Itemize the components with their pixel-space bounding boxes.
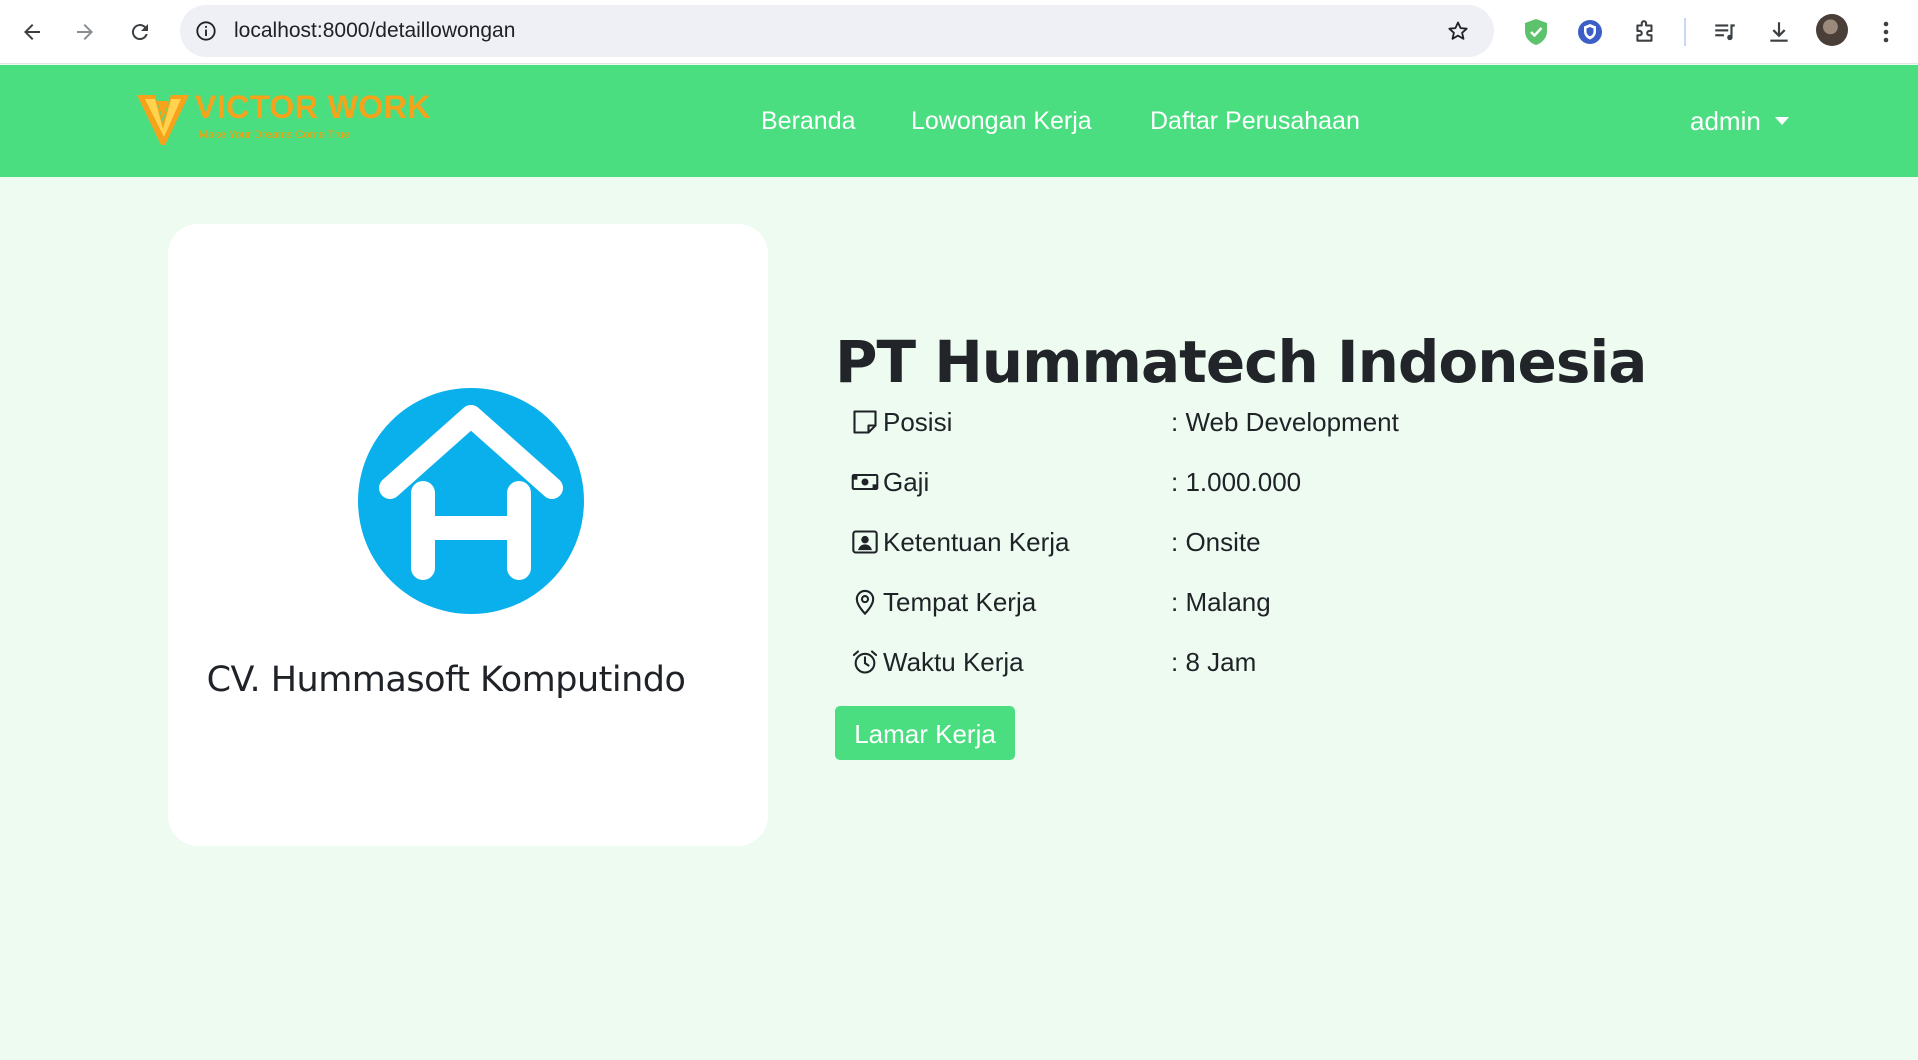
url-text[interactable]: localhost:8000/detaillowongan xyxy=(234,5,515,57)
user-dropdown[interactable]: admin xyxy=(1690,65,1789,177)
victor-work-logo-icon xyxy=(137,95,189,145)
company-logo-caption: CV. Hummasoft Komputindo xyxy=(206,660,686,700)
info-value: : Malang xyxy=(1171,587,1271,617)
info-label: Posisi xyxy=(883,407,953,437)
caret-down-icon xyxy=(1774,117,1789,126)
site-info-icon[interactable] xyxy=(192,17,220,45)
brand-name: VICTOR WORK xyxy=(195,89,432,125)
company-title: PT Hummatech Indonesia xyxy=(835,328,1647,396)
kebab-menu-icon[interactable] xyxy=(1866,12,1906,52)
company-house-logo-icon xyxy=(358,388,584,614)
brand-logo[interactable]: VICTOR WORK Make Your Dreams Come True xyxy=(135,87,435,149)
toolbar-divider xyxy=(1684,18,1686,46)
info-value: : 8 Jam xyxy=(1171,647,1257,677)
info-value: : Web Development xyxy=(1171,407,1399,437)
cash-icon xyxy=(851,473,879,491)
job-detail-panel: PT Hummatech Indonesia Posisi : Web Deve… xyxy=(835,320,1835,760)
alarm-clock-icon xyxy=(852,650,878,674)
back-icon[interactable] xyxy=(12,12,52,52)
reload-icon[interactable] xyxy=(120,12,160,52)
brand-tagline: Make Your Dreams Come True xyxy=(199,129,351,141)
address-bar[interactable]: localhost:8000/detaillowongan xyxy=(180,5,1494,57)
user-name: admin xyxy=(1690,106,1761,136)
shield-extension-icon[interactable] xyxy=(1516,12,1556,52)
info-label: Ketentuan Kerja xyxy=(883,527,1070,557)
info-row-gaji: Gaji : 1.000.000 xyxy=(835,464,1835,524)
info-row-waktu-kerja: Waktu Kerja : 8 Jam xyxy=(835,644,1835,704)
browser-toolbar: localhost:8000/detaillowongan xyxy=(0,0,1918,64)
info-label: Gaji xyxy=(883,467,930,497)
bookmark-star-icon[interactable] xyxy=(1444,17,1472,45)
info-label: Tempat Kerja xyxy=(883,587,1037,617)
nav-link-beranda[interactable]: Beranda xyxy=(761,65,856,177)
vpn-extension-icon[interactable] xyxy=(1570,12,1610,52)
info-row-posisi: Posisi : Web Development xyxy=(835,404,1835,464)
media-controls-icon[interactable] xyxy=(1705,12,1745,52)
sticky-note-icon xyxy=(853,410,877,434)
info-label: Waktu Kerja xyxy=(883,647,1024,677)
nav-link-lowongan-kerja[interactable]: Lowongan Kerja xyxy=(911,65,1092,177)
info-value: : 1.000.000 xyxy=(1171,467,1302,497)
info-value: : Onsite xyxy=(1171,527,1261,557)
profile-avatar[interactable] xyxy=(1816,14,1848,46)
apply-job-button[interactable]: Lamar Kerja xyxy=(835,706,1015,760)
site-navbar: VICTOR WORK Make Your Dreams Come True B… xyxy=(0,65,1918,177)
location-pin-icon xyxy=(855,589,875,616)
forward-icon[interactable] xyxy=(65,12,105,52)
person-badge-icon xyxy=(852,530,878,554)
downloads-icon[interactable] xyxy=(1759,12,1799,52)
info-row-ketentuan-kerja: Ketentuan Kerja : Onsite xyxy=(835,524,1835,584)
info-row-tempat-kerja: Tempat Kerja : Malang xyxy=(835,584,1835,644)
extensions-puzzle-icon[interactable] xyxy=(1625,12,1665,52)
nav-link-daftar-perusahaan[interactable]: Daftar Perusahaan xyxy=(1150,65,1360,177)
company-logo-card: CV. Hummasoft Komputindo xyxy=(168,224,768,846)
